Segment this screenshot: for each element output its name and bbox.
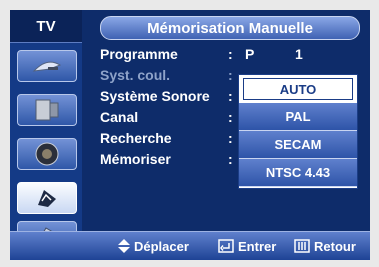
return-label: Retour	[314, 238, 356, 254]
tv-tab-label: TV	[36, 17, 56, 35]
menu-row-recherche[interactable]: Recherche :	[100, 128, 233, 148]
menu-row-programme[interactable]: Programme : P 1	[100, 44, 303, 64]
menu-return-icon	[294, 239, 310, 253]
colon: :	[228, 109, 233, 125]
enter-label: Entrer	[238, 238, 277, 254]
menu-row-label: Mémoriser	[100, 151, 171, 167]
menu-row-label: Système Sonore	[100, 88, 210, 104]
channel-icon[interactable]	[17, 182, 77, 214]
colon: :	[228, 88, 233, 104]
menu-row-label: Syst. coul.	[100, 67, 171, 83]
tv-osd-screen: TV Mémorisation Manuelle Programme: P 1…	[10, 10, 370, 260]
dropdown-option-pal[interactable]: PAL	[239, 103, 357, 131]
menu-row-canal[interactable]: Canal :	[100, 107, 233, 127]
menu-row-label: Canal	[100, 109, 139, 125]
footer-bar: Déplacer Entrer Retour	[10, 231, 370, 260]
menu-title-bar: Mémorisation Manuelle	[100, 16, 360, 40]
picture-icon[interactable]	[17, 94, 77, 126]
menu-row-label: Recherche	[100, 130, 172, 146]
menu-row-value: P	[245, 46, 255, 62]
menu-row-label: Programme	[100, 46, 178, 62]
satellite-dish-icon[interactable]	[17, 50, 77, 82]
menu-row-syst-coul[interactable]: Syst. coul. :	[100, 65, 233, 85]
return-hint: Retour	[294, 238, 356, 254]
speaker-icon[interactable]	[17, 138, 77, 170]
colon: :	[228, 130, 233, 146]
menu-row-memoriser[interactable]: Mémoriser :	[100, 149, 233, 169]
menu-row-value: 1	[295, 46, 303, 62]
enter-hint: Entrer	[218, 238, 276, 254]
move-hint: Déplacer	[118, 238, 189, 254]
move-label: Déplacer	[134, 238, 189, 254]
icon-sidebar: TV	[10, 10, 82, 260]
dropdown-option-ntsc[interactable]: NTSC 4.43	[239, 159, 357, 187]
dropdown-option-secam[interactable]: SECAM	[239, 131, 357, 159]
colon: :	[228, 67, 233, 83]
enter-icon	[218, 239, 234, 253]
colon: :	[228, 151, 233, 167]
dropdown-option-auto[interactable]: AUTO	[243, 78, 353, 100]
page-title: Mémorisation Manuelle	[147, 19, 313, 37]
up-down-arrows-icon	[118, 239, 130, 253]
color-system-dropdown: AUTO PAL SECAM NTSC 4.43	[238, 74, 358, 189]
tv-tab[interactable]: TV	[10, 10, 82, 43]
menu-row-systeme-sonore[interactable]: Système Sonore :	[100, 86, 233, 106]
colon: :	[228, 46, 233, 62]
